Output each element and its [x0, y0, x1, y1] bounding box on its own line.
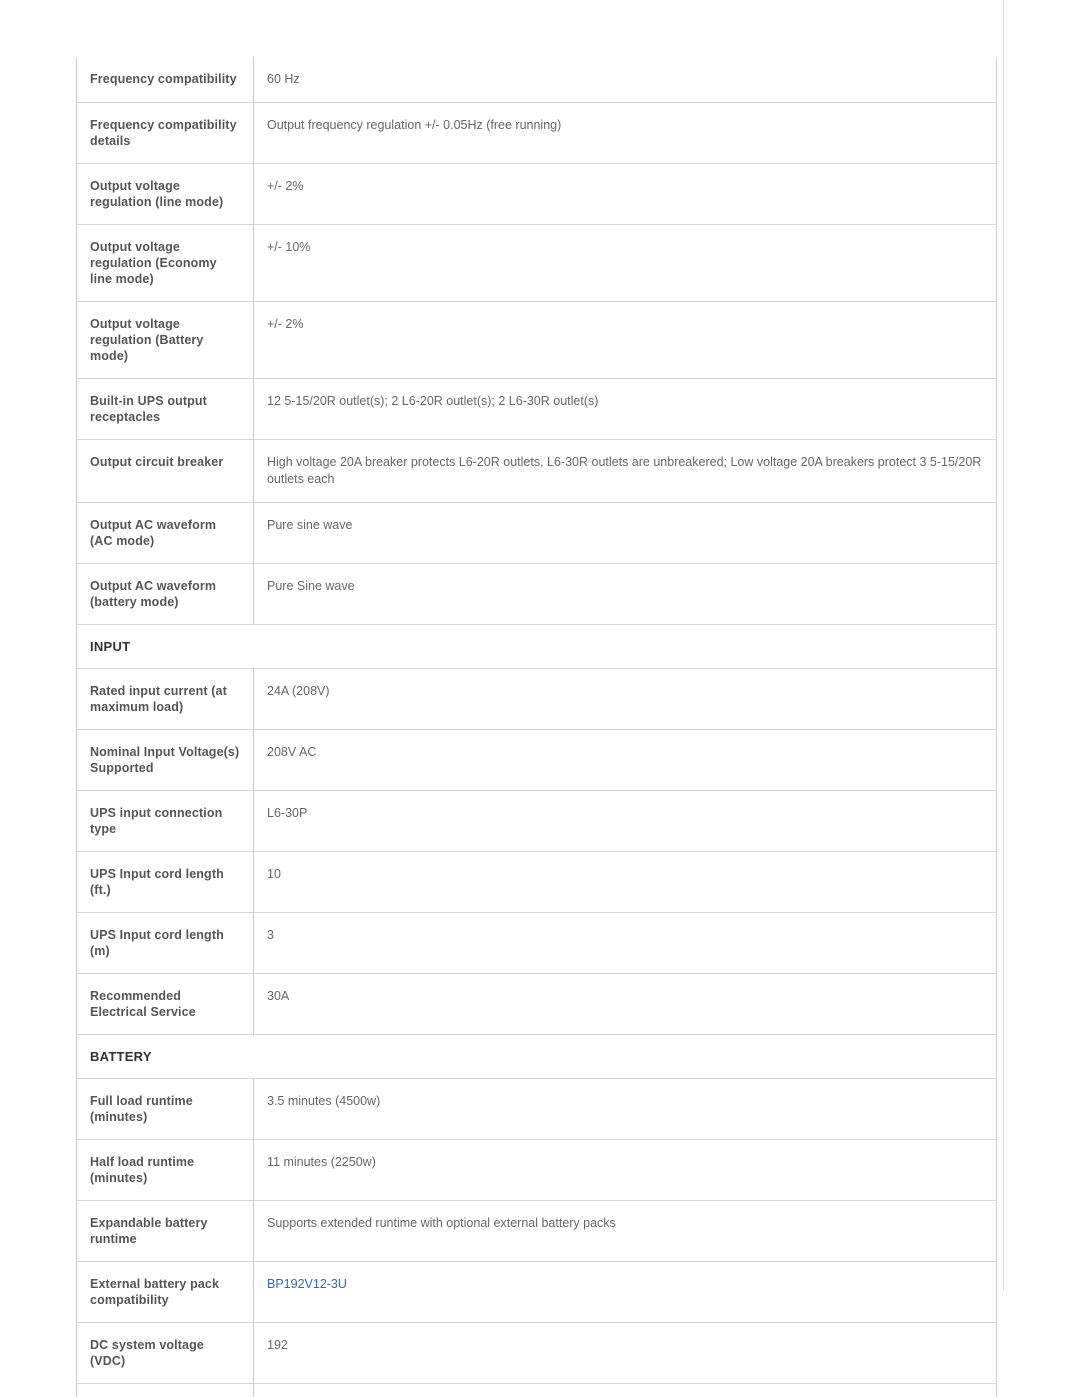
table-row: Output AC waveform (AC mode) Pure sine wa…: [76, 502, 997, 564]
spec-value: 30A: [253, 973, 997, 1035]
table-row: DC system voltage (VDC) 192: [76, 1322, 997, 1384]
table-row: Output voltage regulation (line mode) +/-…: [76, 163, 997, 225]
table-row: Expandable battery runtime Supports exten…: [76, 1200, 997, 1262]
spec-label: Output circuit breaker: [76, 439, 254, 503]
section-heading-label: INPUT: [76, 624, 997, 669]
spec-value: 192: [253, 1322, 997, 1384]
page-root: Frequency compatibility 60 Hz Frequency co…: [0, 0, 1080, 1397]
content-frame: Frequency compatibility 60 Hz Frequency co…: [0, 0, 1004, 1397]
spec-value: +/- 2%: [253, 163, 997, 225]
spec-label: Output voltage regulation (Economy line …: [76, 224, 254, 302]
specifications-table: Frequency compatibility 60 Hz Frequency co…: [76, 57, 997, 1397]
spec-value: 60 Hz: [253, 57, 997, 103]
table-row: External battery pack compatibility BP192…: [76, 1261, 997, 1323]
spec-label: Expandable battery runtime: [76, 1200, 254, 1262]
table-row: Output voltage regulation (Battery mode)…: [76, 301, 997, 379]
spec-value: BP192V12-3U: [253, 1261, 997, 1323]
external-battery-pack-link[interactable]: BP192V12-3U: [267, 1277, 347, 1291]
spec-value: +/- 2%: [253, 301, 997, 379]
spec-label: Full load runtime (minutes): [76, 1078, 254, 1140]
spec-value: 3.5 minutes (4500w): [253, 1078, 997, 1140]
spec-value: 6 hours (from 10% to 90%): [253, 1383, 997, 1397]
table-row: Output voltage regulation (Economy line …: [76, 224, 997, 302]
table-row: Full load runtime (minutes) 3.5 minutes (…: [76, 1078, 997, 1140]
spec-label: UPS Input cord length (ft.): [76, 851, 254, 913]
spec-value: 11 minutes (2250w): [253, 1139, 997, 1201]
section-heading-row: BATTERY: [76, 1034, 997, 1079]
table-row: UPS Input cord length (m) 3: [76, 912, 997, 974]
spec-label: Built-in UPS output receptacles: [76, 378, 254, 440]
spec-label: Frequency compatibility: [76, 57, 254, 103]
spec-value: 12 5-15/20R outlet(s); 2 L6-20R outlet(s…: [253, 378, 997, 440]
spec-label: Half load runtime (minutes): [76, 1139, 254, 1201]
spec-label: UPS Input cord length (m): [76, 912, 254, 974]
table-row: Rated input current (at maximum load) 24A…: [76, 668, 997, 730]
table-row: Output AC waveform (battery mode) Pure Si…: [76, 563, 997, 625]
spec-label: Battery recharge rate (included batterie…: [76, 1383, 254, 1397]
section-heading-row: INPUT: [76, 624, 997, 669]
spec-value: Pure sine wave: [253, 502, 997, 564]
table-row: Built-in UPS output receptacles 12 5-15/2…: [76, 378, 997, 440]
table-row: Nominal Input Voltage(s) Supported 208V A…: [76, 729, 997, 791]
table-row: UPS Input cord length (ft.) 10: [76, 851, 997, 913]
spec-label: Nominal Input Voltage(s) Supported: [76, 729, 254, 791]
spec-value: Output frequency regulation +/- 0.05Hz (…: [253, 102, 997, 164]
spec-value: 3: [253, 912, 997, 974]
spec-label: Output AC waveform (battery mode): [76, 563, 254, 625]
spec-label: Rated input current (at maximum load): [76, 668, 254, 730]
spec-label: DC system voltage (VDC): [76, 1322, 254, 1384]
spec-value: High voltage 20A breaker protects L6-20R…: [253, 439, 997, 503]
section-heading-label: BATTERY: [76, 1034, 997, 1079]
spec-value: +/- 10%: [253, 224, 997, 302]
table-row: Frequency compatibility 60 Hz: [76, 57, 997, 103]
spec-label: Output voltage regulation (Battery mode): [76, 301, 254, 379]
spec-value: Pure Sine wave: [253, 563, 997, 625]
table-row: Half load runtime (minutes) 11 minutes (2…: [76, 1139, 997, 1201]
spec-label: External battery pack compatibility: [76, 1261, 254, 1323]
specifications-table-body: Frequency compatibility 60 Hz Frequency co…: [76, 57, 997, 1397]
spec-value: L6-30P: [253, 790, 997, 852]
spec-value: 208V AC: [253, 729, 997, 791]
spec-label: Frequency compatibility details: [76, 102, 254, 164]
table-row: Battery recharge rate (included batterie…: [76, 1383, 997, 1397]
spec-value: Supports extended runtime with optional …: [253, 1200, 997, 1262]
table-row: UPS input connection type L6-30P: [76, 790, 997, 852]
table-row: Recommended Electrical Service 30A: [76, 973, 997, 1035]
spec-label: Output AC waveform (AC mode): [76, 502, 254, 564]
spec-label: Output voltage regulation (line mode): [76, 163, 254, 225]
spec-value: 24A (208V): [253, 668, 997, 730]
spec-label: UPS input connection type: [76, 790, 254, 852]
table-row: Output circuit breaker High voltage 20A b…: [76, 439, 997, 503]
spec-value: 10: [253, 851, 997, 913]
table-row: Frequency compatibility details Output fr…: [76, 102, 997, 164]
spec-label: Recommended Electrical Service: [76, 973, 254, 1035]
